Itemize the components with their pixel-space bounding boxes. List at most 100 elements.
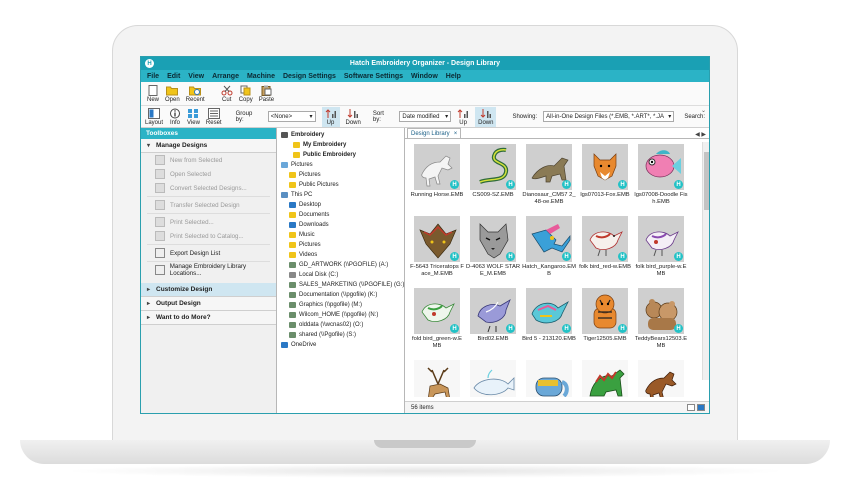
paste-button[interactable]: Paste: [259, 85, 274, 103]
close-icon[interactable]: ×: [454, 131, 458, 137]
toolbox-item[interactable]: Open Selected: [141, 167, 276, 181]
tree-node[interactable]: Documentation (\\pgofile) (K:): [277, 290, 404, 300]
tree-node-label: Public Embroidery: [303, 152, 357, 158]
tree-node[interactable]: Pictures: [277, 160, 404, 170]
menu-item[interactable]: Arrange: [212, 73, 239, 80]
tab-design-library[interactable]: Design Library ×: [407, 128, 462, 138]
design-thumbnail[interactable]: Hfold bird_green-w.EMB: [409, 286, 465, 358]
open-button[interactable]: Open: [165, 85, 180, 103]
design-thumbnail[interactable]: [577, 358, 633, 397]
divider: [147, 261, 270, 262]
design-thumbnail[interactable]: H CS009-SZ.EMB: [465, 142, 521, 214]
design-thumbnail[interactable]: [409, 358, 465, 397]
tree-node[interactable]: Local Disk (C:): [277, 270, 404, 280]
tree-node[interactable]: Music: [277, 230, 404, 240]
menu-item[interactable]: File: [147, 73, 159, 80]
design-thumbnail[interactable]: H Dianosaur_CM57 2_48-oe.EMB: [521, 142, 577, 214]
menu-item[interactable]: Edit: [167, 73, 180, 80]
tree-node[interactable]: This PC: [277, 190, 404, 200]
new-button[interactable]: New: [147, 85, 159, 103]
tree-node[interactable]: Pictures: [277, 240, 404, 250]
layout-button[interactable]: Layout: [145, 107, 163, 126]
tree-node[interactable]: Desktop: [277, 200, 404, 210]
tree-node[interactable]: olddata (\\wcnas02) (O:): [277, 320, 404, 330]
reset-button[interactable]: Reset: [206, 107, 222, 126]
tree-node[interactable]: OneDrive: [277, 340, 404, 350]
toolbox-item[interactable]: Print Selected...: [141, 215, 276, 229]
design-thumbnail[interactable]: H D-4063 WOLF STARE_M.EMB: [465, 214, 521, 286]
info-button[interactable]: Info: [169, 108, 181, 126]
thumbnails-view-icon[interactable]: [697, 404, 705, 411]
design-thumbnail[interactable]: [465, 358, 521, 397]
section-manage-designs[interactable]: ▾ Manage Designs: [141, 139, 276, 153]
vertical-scrollbar[interactable]: [702, 142, 709, 380]
action-icon: [155, 200, 165, 210]
tree-node[interactable]: Documents: [277, 210, 404, 220]
design-thumbnail[interactable]: [521, 358, 577, 397]
toolbox-section[interactable]: ▸ Output Design: [141, 297, 276, 311]
cut-button[interactable]: Cut: [221, 85, 233, 103]
design-thumbnail[interactable]: H Bird 5 - 213120.EMB: [521, 286, 577, 358]
toolbox-section[interactable]: ▸ Want to do More?: [141, 311, 276, 325]
details-view-icon[interactable]: [687, 404, 695, 411]
menu-item[interactable]: View: [188, 73, 204, 80]
toolbox-item[interactable]: Transfer Selected Design: [141, 198, 276, 212]
tree-node[interactable]: SALES_MARKETING (\\PGOFILE) (G:): [277, 280, 404, 290]
button-label: Cut: [222, 97, 232, 103]
showing-select[interactable]: All-in-One Design Files (*.EMB, *.ART*, …: [543, 111, 675, 122]
toolbox-item[interactable]: Convert Selected Designs...: [141, 181, 276, 195]
sort-up-button[interactable]: Up: [457, 108, 469, 126]
toolbox-sections: ▸ Customize Design ▸ Output Design ▸ Want to …: [141, 283, 276, 325]
group-up-button[interactable]: Up: [321, 106, 340, 127]
menu-bar: File Edit View Arrange Machine Design Setting…: [141, 70, 709, 82]
tree-node[interactable]: Public Pictures: [277, 180, 404, 190]
showing-label: Showing:: [512, 113, 538, 120]
design-thumbnail[interactable]: H F-5643 Triceratops Face_M.EMB: [409, 214, 465, 286]
design-thumbnail[interactable]: H Running Horse.EMB: [409, 142, 465, 214]
design-thumbnail[interactable]: Hlgs07008-Doodle Fish.EMB: [633, 142, 689, 214]
tree-node[interactable]: Public Embroidery: [277, 150, 404, 160]
design-thumbnail[interactable]: H TeddyBears12503.EMB: [633, 286, 689, 358]
design-thumbnail[interactable]: H Tiger12505.EMB: [577, 286, 633, 358]
design-thumbnail[interactable]: H Hatch_Kangaroo.EMB: [521, 214, 577, 286]
recent-button[interactable]: Recent: [186, 85, 205, 103]
toolbox-section[interactable]: ▸ Customize Design: [141, 283, 276, 297]
design-thumbnail[interactable]: Hfolk bird_purple-w.EMB: [633, 214, 689, 286]
menu-item[interactable]: Design Settings: [283, 73, 336, 80]
tree-node[interactable]: Graphics (\\pgofile) (M:): [277, 300, 404, 310]
copy-button[interactable]: Copy: [239, 85, 253, 103]
tree-node[interactable]: Videos: [277, 250, 404, 260]
sort-by-select[interactable]: Date modified ▾: [399, 111, 452, 122]
menu-item[interactable]: Software Settings: [344, 73, 403, 80]
tree-node[interactable]: Wilcom_HOME (\\pgofile) (N:): [277, 310, 404, 320]
toolbox-item-label: Print Selected to Catalog...: [170, 232, 244, 240]
sort-down-button[interactable]: Down: [475, 106, 497, 127]
tree-node[interactable]: Downloads: [277, 220, 404, 230]
view-button[interactable]: View: [187, 108, 200, 126]
view-toolbar: Layout Info View Reset Group by: <None> …: [141, 106, 709, 128]
design-thumbnail[interactable]: [633, 358, 689, 397]
design-thumbnail[interactable]: Hlgs07013-Fox.EMB: [577, 142, 633, 214]
toolbox-item[interactable]: New from Selected: [141, 153, 276, 167]
tree-node[interactable]: Pictures: [277, 170, 404, 180]
dino2-embroidery-image: [589, 369, 625, 397]
copy-icon: [240, 85, 251, 96]
tree-node[interactable]: shared (\\Pgofile) (S:): [277, 330, 404, 340]
scroll-thumb[interactable]: [704, 152, 709, 210]
menu-item[interactable]: Help: [446, 73, 461, 80]
toolbox-item[interactable]: Print Selected to Catalog...: [141, 229, 276, 243]
design-thumbnail[interactable]: Hfolk bird_red-w.EMB: [577, 214, 633, 286]
tab-scroll-arrows-icon[interactable]: ◀ ▶: [692, 131, 709, 138]
group-down-button[interactable]: Down: [346, 108, 361, 126]
tree-node[interactable]: GD_ARTWORK (\\PGOFILE) (A:): [277, 260, 404, 270]
design-thumbnail[interactable]: H Bird02.EMB: [465, 286, 521, 358]
tree-node[interactable]: Embroidery: [277, 130, 404, 140]
menu-item[interactable]: Window: [411, 73, 438, 80]
toolbox-item[interactable]: Manage Embroidery Library Locations...: [141, 263, 276, 277]
ribbon-expand-icon[interactable]: ⌄: [701, 107, 706, 114]
group-by-select[interactable]: <None> ▾: [267, 111, 316, 122]
tree-node[interactable]: My Embroidery: [277, 140, 404, 150]
menu-item[interactable]: Machine: [247, 73, 275, 80]
app-logo-icon[interactable]: H: [145, 59, 154, 68]
toolbox-item[interactable]: Export Design List: [141, 246, 276, 260]
